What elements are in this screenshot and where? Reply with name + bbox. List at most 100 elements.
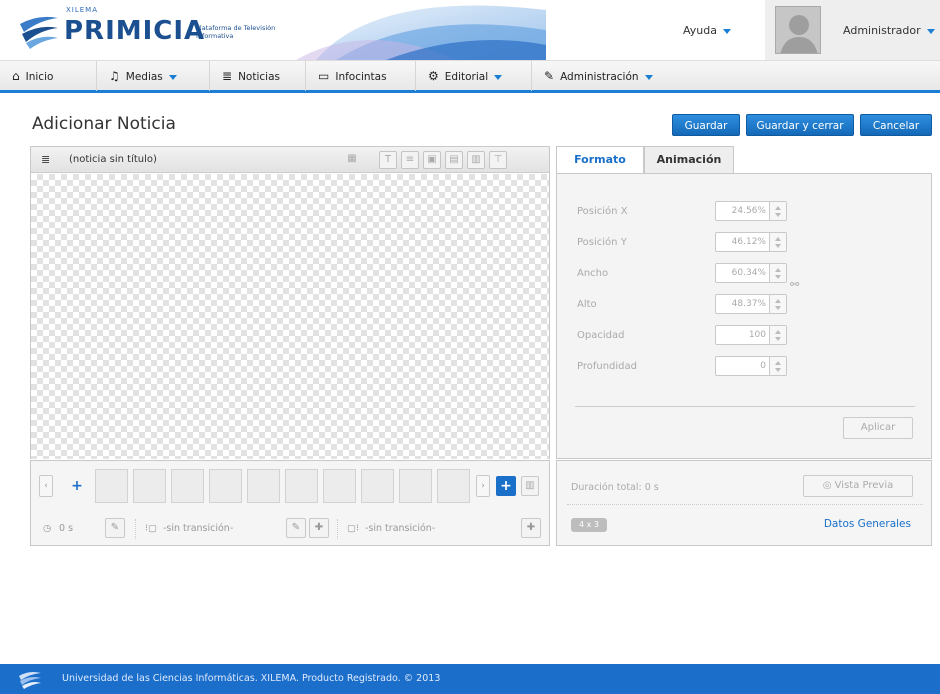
- opacity-value: 100: [748, 330, 766, 340]
- nav-item-editorial[interactable]: ⚙ Editorial: [416, 61, 532, 91]
- timeline-slot[interactable]: [171, 469, 204, 503]
- news-icon: ≣: [41, 153, 51, 166]
- preview-icon: ◎: [822, 480, 835, 491]
- divider: [575, 406, 915, 407]
- save-and-close-button[interactable]: Guardar y cerrar: [746, 114, 854, 136]
- nav-item-noticias[interactable]: ≣ Noticias: [210, 61, 306, 91]
- save-button[interactable]: Guardar: [672, 114, 740, 136]
- transition-in-label: -sin transición-: [163, 523, 234, 534]
- nav-item-administracion[interactable]: ✎ Administración: [532, 61, 682, 91]
- aspect-lock-icon[interactable]: ⚯: [790, 278, 799, 291]
- position-y-label: Posición Y: [577, 237, 627, 248]
- position-x-stepper[interactable]: 24.56%: [715, 201, 787, 221]
- news-icon: ≣: [222, 69, 233, 83]
- transition-out-label: -sin transición-: [365, 523, 436, 534]
- gear-icon: ⚙: [428, 69, 439, 83]
- header-banner-image: [296, 0, 546, 60]
- user-name: Administrador: [843, 24, 921, 37]
- add-slide-button[interactable]: +: [63, 469, 91, 503]
- news-info-panel: Duración total: 0 s ◎ Vista Previa 4 x 3…: [556, 460, 932, 546]
- scroll-right-button[interactable]: ›: [476, 475, 490, 497]
- stepper-arrows-icon[interactable]: [769, 357, 786, 375]
- nav-item-inicio[interactable]: ⌂ Inicio: [0, 61, 97, 91]
- align-tool-icon[interactable]: ≡: [401, 151, 419, 169]
- background-icon[interactable]: ▦: [343, 151, 361, 169]
- clock-icon: ◷: [43, 523, 52, 534]
- timeline-slot[interactable]: [247, 469, 280, 503]
- scroll-left-button[interactable]: ‹: [39, 475, 53, 497]
- width-stepper[interactable]: 60.34%: [715, 263, 787, 283]
- timeline-slot[interactable]: [209, 469, 242, 503]
- preview-button[interactable]: ◎ Vista Previa: [803, 475, 913, 497]
- position-y-value: 46.12%: [731, 237, 766, 247]
- depth-stepper[interactable]: 0: [715, 356, 787, 376]
- editor-canvas[interactable]: [31, 174, 549, 459]
- add-transition-in-button[interactable]: ✚: [309, 518, 329, 538]
- stepper-arrows-icon[interactable]: [769, 326, 786, 344]
- position-x-label: Posición X: [577, 206, 628, 217]
- timeline-slot[interactable]: [437, 469, 470, 503]
- avatar: [775, 6, 821, 54]
- height-label: Alto: [577, 299, 597, 310]
- timeline-panel: ‹ + › + ▥ ◷ 0 s ✎ ⁝▢ -sin transición- ✎ …: [30, 460, 550, 546]
- text-tool-icon[interactable]: T: [379, 151, 397, 169]
- tab-animacion[interactable]: Animación: [644, 146, 734, 174]
- nav-item-label: Medias: [125, 71, 163, 83]
- add-element-button[interactable]: +: [496, 476, 516, 496]
- width-label: Ancho: [577, 268, 609, 279]
- home-icon: ⌂: [12, 69, 20, 83]
- nav-item-label: Infocintas: [335, 71, 387, 83]
- aspect-ratio-badge: 4 x 3: [571, 518, 607, 532]
- format-properties-panel: Posición X 24.56% Posición Y 46.12% Anch…: [556, 173, 932, 459]
- apply-button[interactable]: Aplicar: [843, 417, 913, 439]
- user-silhouette-icon: [780, 15, 818, 53]
- monitor-icon: ▭: [318, 69, 330, 83]
- timeline-slot[interactable]: [323, 469, 356, 503]
- user-menu-label: Administrador: [843, 24, 935, 37]
- edit-transition-in-button[interactable]: ✎: [286, 518, 306, 538]
- logo-swirl-icon: [20, 16, 58, 49]
- user-menu[interactable]: Administrador: [765, 0, 940, 60]
- general-data-link[interactable]: Datos Generales: [824, 518, 911, 530]
- timeline-slot[interactable]: [95, 469, 128, 503]
- preview-label: Vista Previa: [834, 480, 894, 491]
- stepper-arrows-icon[interactable]: [769, 202, 786, 220]
- brand-subtitle: Plataforma de Televisión Informativa: [196, 24, 276, 40]
- nav-item-infocintas[interactable]: ▭ Infocintas: [306, 61, 416, 91]
- transition-in-icon: ⁝▢: [145, 523, 157, 534]
- image-tool-icon[interactable]: ▣: [423, 151, 441, 169]
- nav-item-medias[interactable]: ♫ Medias: [97, 61, 210, 91]
- cancel-button[interactable]: Cancelar: [860, 114, 932, 136]
- divider: [135, 519, 136, 539]
- depth-label: Profundidad: [577, 361, 638, 372]
- timeline-slot[interactable]: [361, 469, 394, 503]
- chevron-down-icon: [722, 28, 731, 34]
- position-y-stepper[interactable]: 46.12%: [715, 232, 787, 252]
- height-stepper[interactable]: 48.37%: [715, 294, 787, 314]
- timeline-slot[interactable]: [133, 469, 166, 503]
- timeline-slot[interactable]: [285, 469, 318, 503]
- footer: Universidad de las Ciencias Informáticas…: [0, 664, 940, 694]
- timeline-slot[interactable]: [399, 469, 432, 503]
- stepper-arrows-icon[interactable]: [769, 264, 786, 282]
- nav-item-label: Noticias: [238, 71, 280, 83]
- brand-logo-text: PRIMICIA: [64, 16, 206, 46]
- chevron-down-icon: [926, 28, 935, 34]
- media-tool-icon[interactable]: ▥: [467, 151, 485, 169]
- tab-formato[interactable]: Formato: [556, 146, 644, 174]
- width-value: 60.34%: [731, 268, 766, 278]
- video-tool-icon[interactable]: ▤: [445, 151, 463, 169]
- page-title: Adicionar Noticia: [32, 114, 176, 134]
- help-menu[interactable]: Ayuda: [683, 24, 731, 37]
- add-transition-out-button[interactable]: ✚: [521, 518, 541, 538]
- opacity-stepper[interactable]: 100: [715, 325, 787, 345]
- caption-tool-icon[interactable]: ⊤: [489, 151, 507, 169]
- stepper-arrows-icon[interactable]: [769, 233, 786, 251]
- editor-toolbar: ≣ (noticia sin título) ▦ T ≡ ▣ ▤ ▥ ⊤: [31, 147, 549, 173]
- chevron-down-icon: [168, 74, 177, 80]
- footer-text: Universidad de las Ciencias Informáticas…: [62, 673, 441, 684]
- stepper-arrows-icon[interactable]: [769, 295, 786, 313]
- edit-duration-button[interactable]: ✎: [105, 518, 125, 538]
- trash-icon[interactable]: ▥: [521, 476, 539, 496]
- position-x-value: 24.56%: [731, 206, 766, 216]
